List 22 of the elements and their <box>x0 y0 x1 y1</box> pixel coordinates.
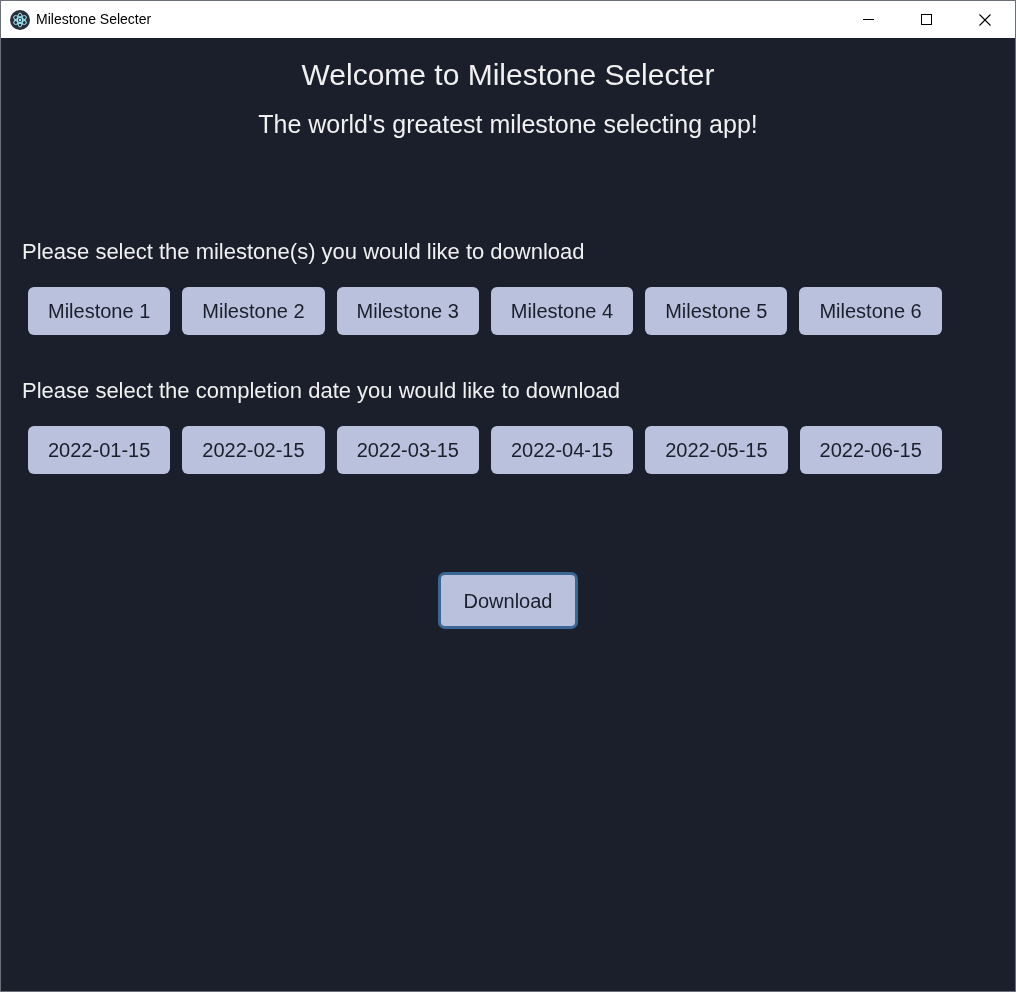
option-button[interactable]: 2022-02-15 <box>182 426 325 474</box>
option-button[interactable]: Milestone 6 <box>799 287 942 335</box>
date-prompt: Please select the completion date you would like to download <box>22 378 622 404</box>
option-button[interactable]: Milestone 5 <box>645 287 788 335</box>
option-button[interactable]: 2022-01-15 <box>28 426 171 474</box>
option-button[interactable]: Milestone 1 <box>28 287 171 335</box>
download-button[interactable]: Download <box>437 572 579 629</box>
close-icon <box>979 13 991 26</box>
option-button[interactable]: 2022-03-15 <box>336 426 479 474</box>
maximize-icon <box>920 14 932 25</box>
option-button[interactable]: Milestone 3 <box>336 287 479 335</box>
option-button[interactable]: Milestone 2 <box>182 287 325 335</box>
minimize-icon <box>862 19 874 20</box>
option-button[interactable]: 2022-05-15 <box>645 426 788 474</box>
option-button[interactable]: 2022-06-15 <box>799 426 942 474</box>
milestone-prompt: Please select the milestone(s) you would like to download <box>22 239 586 265</box>
option-button[interactable]: 2022-04-15 <box>490 426 634 474</box>
app-subtitle: The world's greatest milestone selecting app! <box>258 109 758 139</box>
window-title: Milestone Selecter <box>36 10 152 29</box>
app-heading: Welcome to Milestone Selecter <box>301 57 715 93</box>
app-logo-icon <box>10 9 30 30</box>
option-button[interactable]: Milestone 4 <box>490 287 634 335</box>
